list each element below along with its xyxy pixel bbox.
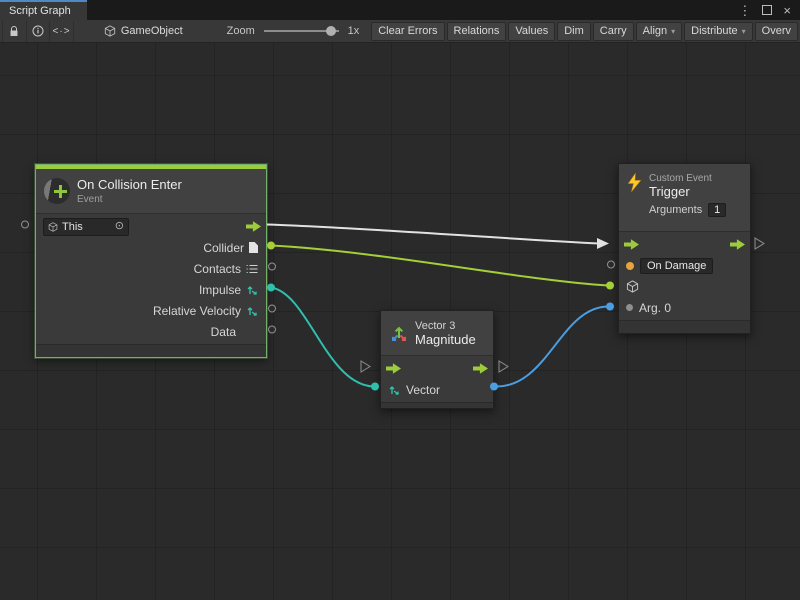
vector3-type-icon: [246, 284, 258, 296]
node-title: On Collision Enter: [77, 177, 182, 192]
zoom-slider-knob[interactable]: [326, 26, 336, 36]
code-brackets-icon: <·>: [53, 26, 71, 37]
button-label: Carry: [600, 25, 627, 37]
arg-port-dot[interactable]: [626, 304, 633, 311]
button-label: Clear Errors: [378, 25, 437, 37]
zoom-value: 1x: [348, 25, 360, 37]
node-title: Trigger: [649, 184, 726, 199]
node-on-collision-enter[interactable]: On Collision Enter Event This ⊙ Collider…: [35, 164, 267, 358]
flow-output-port[interactable]: [246, 221, 261, 232]
node-footer: [36, 344, 266, 357]
button-label: Overv: [762, 25, 791, 37]
list-type-icon: [246, 264, 258, 274]
arguments-count-field[interactable]: 1: [708, 203, 726, 217]
flow-input-port[interactable]: [624, 239, 639, 250]
button-label: Align: [643, 25, 667, 37]
node-body: This ⊙ Collider Contacts Impulse Relativ…: [36, 214, 266, 344]
node-header: Vector 3 Magnitude: [381, 311, 493, 356]
node-footer: [381, 402, 493, 408]
carry-button[interactable]: Carry: [593, 22, 634, 41]
port-label-impulse: Impulse: [199, 283, 241, 297]
relations-button[interactable]: Relations: [447, 22, 507, 41]
tab-bar-spacer: [87, 0, 730, 20]
window-controls: ⋮ ×: [729, 0, 800, 20]
chevron-down-icon: ▾: [671, 27, 675, 36]
zoom-label: Zoom: [227, 25, 255, 37]
target-object-value: This: [62, 221, 111, 233]
window-tab-bar: Script Graph ⋮ ×: [0, 0, 800, 20]
code-view-button[interactable]: <·>: [50, 21, 74, 42]
lock-button[interactable]: [2, 21, 27, 42]
kebab-menu-icon[interactable]: ⋮: [738, 4, 751, 17]
string-port-dot[interactable]: [626, 262, 634, 270]
graph-toolbar: <·> GameObject Zoom 1x Clear Errors Rela…: [0, 20, 800, 43]
button-label: Distribute: [691, 25, 737, 37]
tab-script-graph[interactable]: Script Graph: [0, 0, 87, 20]
node-subtitle: Event: [77, 194, 182, 205]
lock-icon: [9, 26, 19, 37]
chevron-down-icon: ▾: [742, 27, 746, 36]
distribute-dropdown[interactable]: Distribute ▾: [684, 22, 752, 41]
collider-type-icon: [249, 242, 258, 253]
node-vector3-magnitude[interactable]: Vector 3 Magnitude Vector: [380, 310, 494, 409]
zoom-slider[interactable]: [264, 30, 339, 32]
node-body: On Damage Arg. 0: [619, 232, 750, 320]
collision-event-icon: [44, 178, 70, 204]
gameobject-target-cube-icon: [626, 280, 639, 293]
gameobject-label: GameObject: [121, 25, 183, 37]
values-button[interactable]: Values: [508, 22, 555, 41]
node-header: Custom Event Trigger Arguments 1: [619, 164, 750, 232]
port-label-vector: Vector: [406, 383, 440, 397]
port-label-contacts: Contacts: [194, 262, 241, 276]
maximize-icon[interactable]: [762, 5, 772, 15]
node-trigger-custom-event[interactable]: Custom Event Trigger Arguments 1 On Dama…: [618, 163, 751, 334]
tab-title: Script Graph: [9, 5, 71, 17]
node-footer: [619, 320, 750, 333]
event-name-field[interactable]: On Damage: [640, 258, 713, 274]
node-title: Magnitude: [415, 332, 476, 347]
node-body: Vector: [381, 356, 493, 402]
info-icon: [32, 25, 44, 37]
port-label-data: Data: [211, 325, 236, 339]
node-header: On Collision Enter Event: [36, 169, 266, 214]
port-label-collider: Collider: [203, 241, 244, 255]
flow-output-port[interactable]: [473, 363, 488, 374]
button-label: Dim: [564, 25, 584, 37]
button-label: Values: [515, 25, 548, 37]
node-category: Custom Event: [649, 173, 726, 184]
gameobject-breadcrumb[interactable]: GameObject: [104, 25, 183, 37]
port-label-arg0: Arg. 0: [639, 301, 671, 315]
gameobject-cube-icon: [48, 222, 58, 232]
dim-button[interactable]: Dim: [557, 22, 591, 41]
flow-input-port[interactable]: [386, 363, 401, 374]
clear-errors-button[interactable]: Clear Errors: [371, 22, 444, 41]
custom-event-bolt-icon: [627, 173, 642, 192]
overview-button[interactable]: Overv: [755, 22, 798, 41]
port-label-relative-velocity: Relative Velocity: [153, 304, 241, 318]
target-object-field[interactable]: This ⊙: [43, 218, 129, 236]
object-picker-icon[interactable]: ⊙: [115, 221, 124, 232]
flow-output-port[interactable]: [730, 239, 745, 250]
close-icon[interactable]: ×: [783, 4, 791, 17]
vector3-type-icon: [388, 384, 400, 396]
vector3-type-icon: [246, 305, 258, 317]
node-category: Vector 3: [415, 320, 476, 332]
info-button[interactable]: [27, 21, 51, 42]
arguments-label: Arguments: [649, 204, 702, 216]
button-label: Relations: [454, 25, 500, 37]
gameobject-cube-icon: [104, 25, 116, 37]
align-dropdown[interactable]: Align ▾: [636, 22, 682, 41]
vector3-icon: [389, 323, 409, 343]
